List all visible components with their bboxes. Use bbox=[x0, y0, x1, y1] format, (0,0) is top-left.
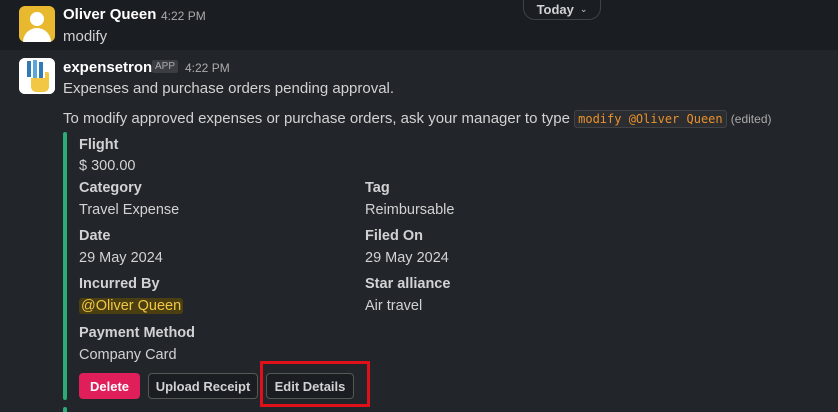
message-sender-name[interactable]: expensetron bbox=[63, 59, 152, 76]
edited-label: (edited) bbox=[730, 112, 772, 126]
instruction-text: To modify approved expenses or purchase … bbox=[63, 110, 570, 127]
user-avatar[interactable] bbox=[19, 6, 55, 42]
field-value-payment-method: Company Card bbox=[79, 347, 177, 363]
field-value-incurred-by: @Oliver Queen bbox=[79, 298, 184, 314]
message-timestamp[interactable]: 4:22 PM bbox=[185, 61, 230, 75]
expensetron-logo-icon[interactable] bbox=[19, 58, 55, 94]
user-mention[interactable]: @Oliver Queen bbox=[79, 298, 184, 314]
message-text-line: Expenses and purchase orders pending app… bbox=[63, 80, 395, 97]
date-divider-label: Today bbox=[536, 1, 574, 17]
field-value-date: 29 May 2024 bbox=[79, 250, 163, 266]
attachment-amount: $ 300.00 bbox=[79, 158, 136, 174]
field-value-star-alliance: Air travel bbox=[365, 298, 423, 314]
date-divider-today-button[interactable]: Today ⌄ bbox=[523, 0, 601, 20]
attachment-accent-bar bbox=[63, 407, 67, 412]
slack-channel-view: Oliver Queen 4:22 PM modify Today ⌄ expe… bbox=[0, 0, 838, 412]
avatar-head-shape bbox=[30, 12, 44, 26]
field-label-payment-method: Payment Method bbox=[79, 325, 196, 341]
upload-receipt-button[interactable]: Upload Receipt bbox=[148, 373, 258, 399]
message-oliver-queen: Oliver Queen 4:22 PM modify bbox=[0, 0, 838, 50]
field-value-filed-on: 29 May 2024 bbox=[365, 250, 449, 266]
field-label-filed-on: Filed On bbox=[365, 228, 423, 244]
message-instruction-line: To modify approved expenses or purchase … bbox=[63, 110, 772, 128]
delete-button[interactable]: Delete bbox=[79, 373, 140, 399]
message-timestamp[interactable]: 4:22 PM bbox=[161, 9, 206, 23]
field-value-tag: Reimbursable bbox=[365, 202, 455, 218]
attachment-accent-bar bbox=[63, 132, 67, 400]
chevron-down-icon: ⌄ bbox=[579, 3, 588, 14]
message-sender-name[interactable]: Oliver Queen bbox=[63, 6, 156, 23]
field-label-star-alliance: Star alliance bbox=[365, 276, 451, 292]
field-label-tag: Tag bbox=[365, 180, 390, 196]
field-value-category: Travel Expense bbox=[79, 202, 180, 218]
message-text: modify bbox=[63, 28, 108, 45]
highlight-annotation-box bbox=[260, 361, 370, 407]
attachment-title: Flight bbox=[79, 137, 119, 153]
field-label-date: Date bbox=[79, 228, 111, 244]
field-label-incurred-by: Incurred By bbox=[79, 276, 160, 292]
avatar-body-shape bbox=[23, 28, 51, 42]
inline-code-command: modify @Oliver Queen bbox=[574, 110, 727, 128]
app-badge: APP bbox=[152, 60, 179, 73]
expensetron-logo-svg bbox=[19, 58, 55, 94]
field-label-category: Category bbox=[79, 180, 142, 196]
